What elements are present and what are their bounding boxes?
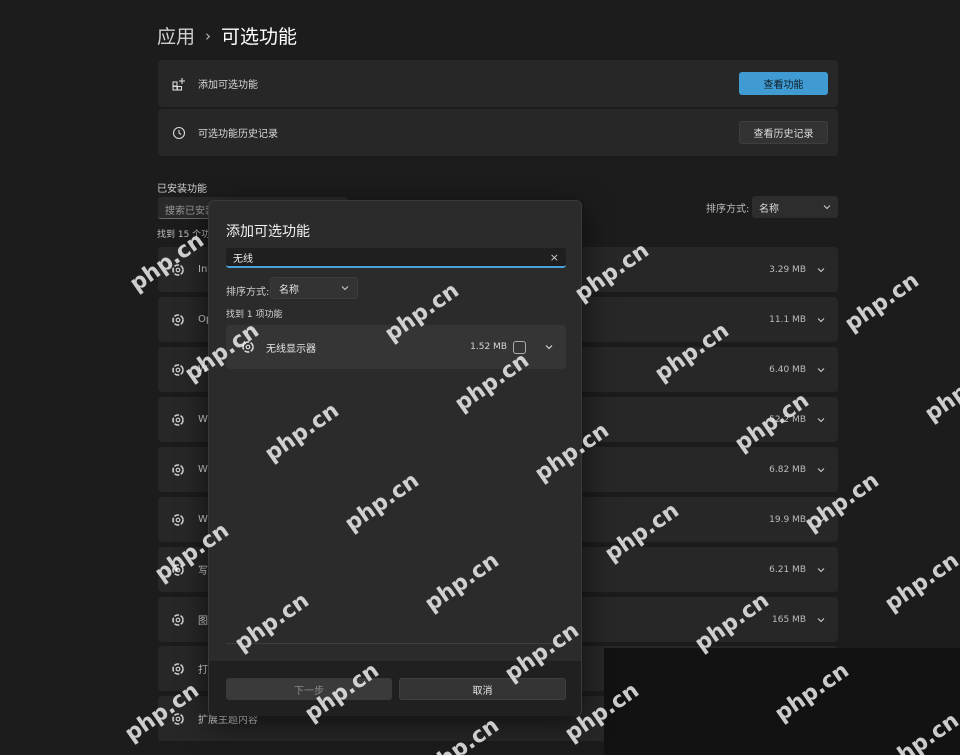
gear-icon — [172, 463, 184, 476]
gear-icon — [172, 263, 184, 276]
history-label: 可选功能历史记录 — [198, 129, 278, 140]
add-feature-label: 添加可选功能 — [198, 80, 258, 91]
chevron-down-icon[interactable] — [816, 365, 826, 375]
watermark: php.cn — [840, 268, 924, 337]
gear-icon — [172, 513, 184, 526]
dialog-result-name: 无线显示器 — [266, 343, 316, 355]
installed-sort-select[interactable]: 名称 — [752, 196, 838, 218]
feature-size: 19.9 MB — [769, 514, 806, 525]
breadcrumb: 应用 › 可选功能 — [157, 22, 297, 49]
clear-icon[interactable]: × — [550, 251, 559, 264]
feature-size: 165 MB — [772, 614, 806, 625]
feature-size: 6.82 MB — [769, 464, 806, 475]
installed-found-count: 找到 15 个功 — [157, 230, 211, 240]
watermark: php.cn — [880, 548, 960, 617]
gear-icon — [172, 563, 184, 576]
chevron-down-icon[interactable] — [816, 465, 826, 475]
dialog-search-value: 无线 — [233, 253, 253, 265]
add-feature-card: 添加可选功能 查看功能 — [158, 60, 838, 107]
page-title: 可选功能 — [221, 26, 298, 48]
history-icon — [170, 124, 188, 142]
gear-icon — [172, 363, 184, 376]
chevron-down-icon[interactable] — [544, 342, 554, 352]
view-features-button[interactable]: 查看功能 — [739, 72, 828, 95]
gear-icon — [172, 313, 184, 326]
feature-size: 6.40 MB — [769, 364, 806, 375]
dialog-sort-label: 排序方式: — [226, 287, 270, 298]
dialog-search-input[interactable]: 无线 × — [226, 248, 566, 268]
chevron-down-icon[interactable] — [816, 515, 826, 525]
dialog-divider — [226, 643, 566, 644]
gear-icon — [242, 341, 254, 353]
chevron-down-icon[interactable] — [816, 415, 826, 425]
feature-size: 6.21 MB — [769, 564, 806, 575]
history-card: 可选功能历史记录 查看历史记录 — [158, 109, 838, 156]
dialog-result-row[interactable]: 无线显示器 1.52 MB — [226, 325, 566, 369]
chevron-down-icon[interactable] — [816, 265, 826, 275]
gear-icon — [172, 413, 184, 426]
chevron-down-icon[interactable] — [816, 315, 826, 325]
chevron-down-icon[interactable] — [816, 615, 826, 625]
add-feature-dialog: 添加可选功能 无线 × 排序方式: 名称 找到 1 项功能 无线显示器 1.52… — [208, 200, 582, 716]
breadcrumb-parent[interactable]: 应用 — [157, 22, 195, 49]
dialog-result-size: 1.52 MB — [470, 342, 507, 352]
dialog-sort-value: 名称 — [279, 284, 299, 296]
gear-icon — [172, 613, 184, 626]
view-history-button[interactable]: 查看历史记录 — [739, 121, 828, 144]
chevron-right-icon: › — [205, 26, 212, 45]
watermark: php.cn — [920, 358, 960, 427]
chevron-down-icon — [823, 205, 831, 210]
chevron-down-icon — [341, 286, 349, 291]
dialog-sort-select[interactable]: 名称 — [270, 277, 358, 299]
cancel-button[interactable]: 取消 — [399, 678, 566, 700]
feature-size: 11.1 MB — [769, 314, 806, 325]
chevron-down-icon[interactable] — [816, 565, 826, 575]
gear-icon — [172, 662, 184, 675]
gear-icon — [172, 712, 184, 725]
add-apps-icon — [170, 75, 188, 93]
feature-size: 3.29 MB — [769, 264, 806, 275]
installed-sort-label: 排序方式: — [706, 204, 750, 215]
installed-title: 已安装功能 — [157, 184, 207, 195]
dialog-found-count: 找到 1 项功能 — [226, 310, 283, 320]
next-button[interactable]: 下一步 — [226, 678, 392, 700]
background-panel — [604, 648, 960, 755]
select-checkbox[interactable] — [513, 340, 526, 354]
feature-size: 52.2 MB — [769, 414, 806, 425]
dialog-title: 添加可选功能 — [226, 224, 310, 240]
installed-sort-value: 名称 — [759, 203, 779, 215]
